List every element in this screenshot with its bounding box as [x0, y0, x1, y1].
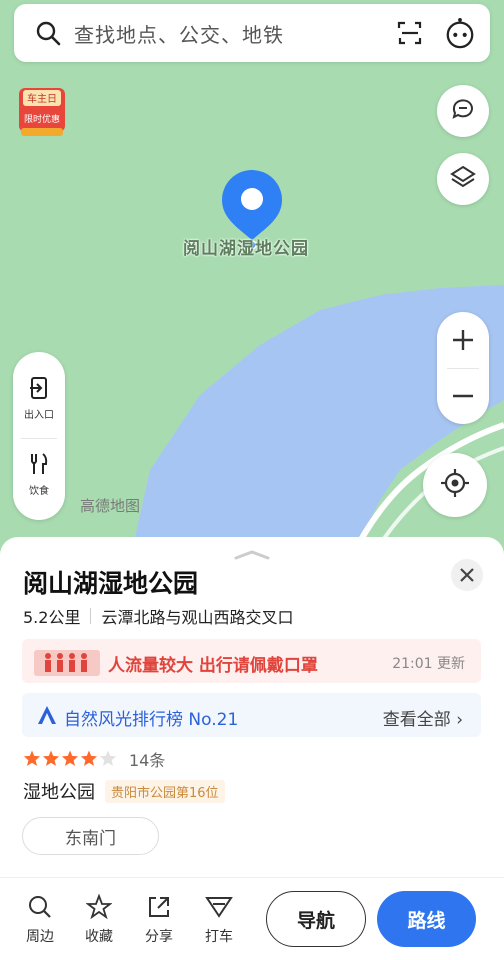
plus-icon	[453, 330, 473, 350]
review-count: 14条	[129, 751, 166, 770]
bottom-action-bar: 周边 收藏 分享 打车 导航 路线	[0, 877, 504, 960]
rank-logo-icon	[38, 706, 56, 724]
sheet-handle[interactable]	[234, 545, 270, 560]
ranking-banner[interactable]: 自然风光排行榜 No.21 查看全部 ›	[22, 693, 481, 737]
poi-distance: 5.2公里	[23, 608, 81, 627]
taxi-icon	[205, 897, 233, 918]
crowd-notice[interactable]: 人流量较大 出行请佩戴口罩 21:01 更新	[22, 639, 481, 683]
rating-star	[99, 750, 117, 766]
star-icon	[85, 893, 113, 920]
entrance-button[interactable]: 出入口	[13, 376, 65, 421]
favorite-button[interactable]: 收藏	[79, 893, 119, 946]
poi-category: 湿地公园	[23, 782, 95, 803]
entrance-icon	[30, 377, 47, 399]
category-row: 湿地公园 贵阳市公园第16位	[23, 778, 225, 804]
scan-icon[interactable]	[394, 17, 426, 49]
share-button[interactable]: 分享	[139, 894, 179, 946]
route-button[interactable]: 路线	[377, 891, 476, 947]
chevron-right-icon: ›	[456, 710, 463, 730]
zoom-control	[437, 312, 489, 424]
ranking-text: 自然风光排行榜 No.21	[64, 710, 239, 730]
crowd-time: 21:01 更新	[392, 656, 465, 672]
promo-line2: 限时优惠	[24, 113, 60, 125]
star-rating-icon	[23, 750, 117, 766]
zoom-out-button[interactable]	[437, 368, 489, 424]
close-icon	[460, 568, 474, 582]
assistant-robot-icon[interactable]	[444, 17, 476, 49]
rating-row[interactable]: 14条	[23, 747, 165, 771]
crosshair-icon	[440, 468, 470, 502]
utensils-icon	[31, 453, 48, 474]
food-label: 饮食	[29, 486, 49, 497]
search-bar[interactable]: 查找地点、公交、地铁	[14, 4, 490, 62]
promo-badge[interactable]: 车主日 限时优惠	[17, 84, 67, 138]
map-poi-label[interactable]: 阅山湖湿地公园	[183, 234, 309, 259]
search-icon	[32, 17, 64, 49]
rating-star	[23, 750, 41, 766]
share-icon	[149, 897, 169, 917]
zoom-in-button[interactable]	[437, 312, 489, 368]
layers-button[interactable]	[437, 153, 489, 205]
taxi-button[interactable]: 打车	[199, 894, 239, 946]
view-all-link[interactable]: 查看全部 ›	[383, 705, 463, 730]
navigate-button[interactable]: 导航	[266, 891, 366, 947]
minus-icon	[453, 394, 473, 398]
crowd-icon	[34, 650, 100, 676]
rating-star	[42, 750, 60, 766]
rating-star	[80, 750, 98, 766]
search-icon	[29, 896, 51, 918]
food-button[interactable]: 饮食	[13, 452, 65, 497]
poi-title: 阅山湖湿地公园	[23, 569, 199, 598]
poi-meta: 5.2公里 云潭北路与观山西路交叉口	[23, 604, 293, 628]
map-view[interactable]: 阅山湖湿地公园 查找地点、公交、地铁 车主日 限时优惠 出入口 饮食 高德地图	[0, 0, 504, 560]
map-watermark: 高德地图	[80, 497, 141, 515]
locate-button[interactable]	[423, 453, 487, 517]
layers-icon	[449, 163, 477, 195]
search-placeholder[interactable]: 查找地点、公交、地铁	[74, 19, 394, 48]
nearby-button[interactable]: 周边	[20, 894, 60, 946]
entrance-label: 出入口	[24, 410, 54, 421]
map-side-panel: 出入口 饮食	[13, 352, 65, 520]
rating-star	[61, 750, 79, 766]
feedback-button[interactable]	[437, 85, 489, 137]
poi-detail-sheet: 阅山湖湿地公园 5.2公里 云潭北路与观山西路交叉口 人流量较大 出行请佩戴口罩…	[0, 537, 504, 877]
close-button[interactable]	[451, 559, 483, 591]
chat-bubble-icon	[449, 95, 477, 127]
gate-chip[interactable]: 东南门	[22, 817, 159, 855]
crowd-text: 人流量较大 出行请佩戴口罩	[108, 656, 318, 676]
poi-address: 云潭北路与观山西路交叉口	[101, 608, 294, 627]
rank-tag[interactable]: 贵阳市公园第16位	[105, 779, 225, 803]
promo-line1: 车主日	[27, 92, 57, 105]
